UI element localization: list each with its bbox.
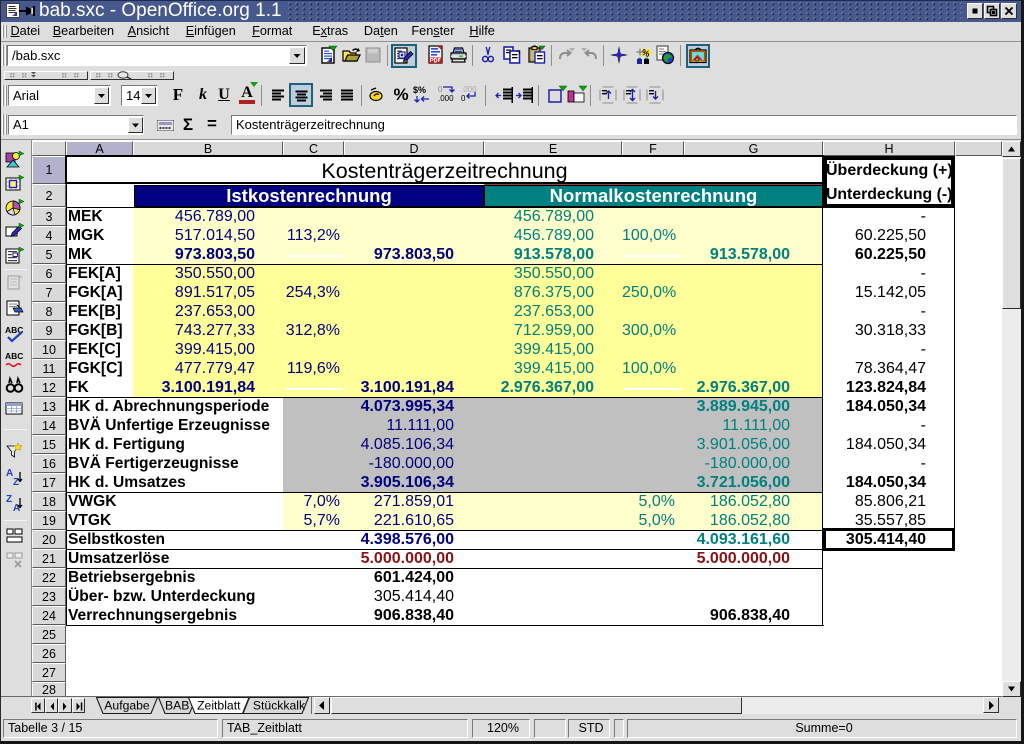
svg-text:Z: Z xyxy=(6,494,12,505)
svg-text:BAB: BAB xyxy=(165,699,189,713)
svg-text:ABC: ABC xyxy=(5,351,23,361)
svg-text:Zeitblatt: Zeitblatt xyxy=(197,699,241,713)
svg-text:Aufgabe: Aufgabe xyxy=(104,699,150,713)
svg-text:Z: Z xyxy=(13,477,19,486)
svg-text:.000: .000 xyxy=(438,94,454,103)
svg-text:0: 0 xyxy=(461,94,466,103)
svg-text:0: 0 xyxy=(438,85,443,94)
svg-text:A: A xyxy=(13,503,20,512)
svg-text:Stückkalk: Stückkalk xyxy=(253,699,306,713)
svg-text:$%: $% xyxy=(413,85,426,95)
